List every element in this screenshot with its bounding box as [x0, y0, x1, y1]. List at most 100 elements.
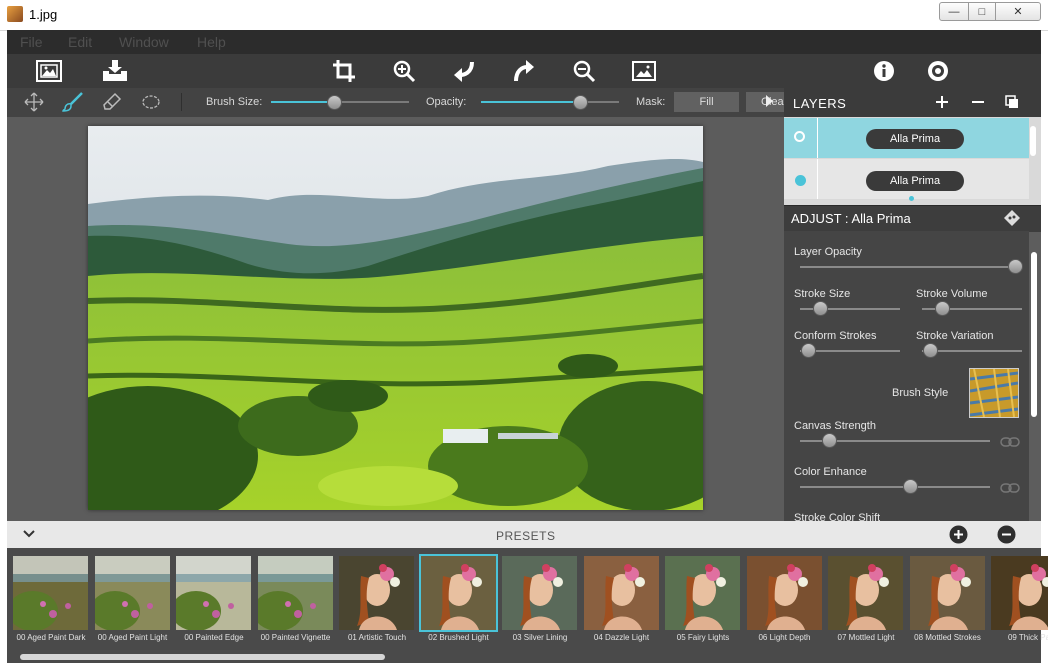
preset-thumbnail[interactable] [909, 556, 985, 630]
stroke-color-shift-label: Stroke Color Shift [794, 512, 881, 521]
app-icon [7, 6, 23, 22]
settings-icon[interactable] [923, 57, 953, 85]
crop-icon[interactable] [329, 57, 359, 85]
color-enhance-slider[interactable] [800, 486, 990, 488]
preset-label: 02 Brushed Light [428, 633, 489, 642]
brush-tool-icon[interactable] [61, 91, 85, 113]
save-download-icon[interactable] [100, 57, 130, 85]
zoom-in-icon[interactable] [389, 57, 419, 85]
duplicate-layer-icon[interactable] [1004, 94, 1020, 110]
fit-image-icon[interactable] [629, 57, 659, 85]
stroke-size-label: Stroke Size [794, 288, 851, 300]
preset-thumbnail[interactable] [746, 556, 822, 630]
mask-label: Mask: [636, 96, 666, 108]
toolbar-divider [181, 93, 182, 111]
menu-edit[interactable]: Edit [68, 34, 92, 50]
layer-visibility-icon[interactable] [794, 131, 805, 142]
menu-help[interactable]: Help [197, 34, 226, 50]
preset-label: 07 Mottled Light [837, 633, 895, 642]
painted-image[interactable] [88, 126, 703, 510]
preset-thumbnail-image [502, 556, 577, 630]
preset-label: 01 Artistic Touch [347, 633, 407, 642]
menu-window[interactable]: Window [119, 34, 169, 50]
remove-preset-icon[interactable] [997, 525, 1016, 544]
add-layer-icon[interactable] [934, 94, 950, 110]
preset-thumbnail[interactable] [583, 556, 659, 630]
move-tool-icon[interactable] [22, 91, 46, 113]
info-icon[interactable] [869, 57, 899, 85]
preset-thumbnail[interactable] [502, 556, 577, 630]
preset-thumbnail-image [583, 556, 659, 630]
preset-label: 06 Light Depth [758, 633, 811, 642]
preset-label: 00 Painted Edge [184, 633, 244, 642]
preset-thumbnail[interactable] [339, 556, 414, 630]
eraser-reset-icon[interactable] [1003, 209, 1021, 227]
brush-style-swatch[interactable] [969, 368, 1019, 418]
preset-thumbnail-image [94, 556, 170, 630]
preset-label: 08 Mottled Strokes [914, 633, 981, 642]
preset-thumbnail-image [13, 556, 88, 630]
preset-thumbnail[interactable] [665, 556, 740, 630]
preset-label: 05 Fairy Lights [676, 633, 730, 642]
eraser-tool-icon[interactable] [100, 91, 124, 113]
mask-fill-button[interactable]: Fill [674, 92, 739, 112]
preset-thumbnail-image [828, 556, 903, 630]
presets-title: PRESETS [496, 529, 556, 543]
link-icon[interactable] [1000, 482, 1020, 493]
preset-thumbnail[interactable] [176, 556, 251, 630]
preset-label: 03 Silver Lining [512, 633, 568, 642]
brush-style-label: Brush Style [892, 387, 949, 399]
layers-title: LAYERS [793, 96, 847, 111]
preset-thumbnail[interactable] [418, 554, 498, 632]
minimize-button[interactable]: — [939, 2, 969, 21]
layer-visibility-icon[interactable] [795, 175, 806, 186]
preset-thumbnail[interactable] [13, 556, 88, 630]
preset-thumbnail[interactable] [94, 556, 170, 630]
color-enhance-label: Color Enhance [794, 466, 867, 478]
layer-divider [817, 159, 818, 199]
layer-opacity-slider[interactable] [800, 266, 1015, 268]
add-preset-icon[interactable] [949, 525, 968, 544]
brush-size-label: Brush Size: [206, 96, 263, 108]
preset-thumbnail-image [665, 556, 740, 630]
preset-thumbnail[interactable] [991, 556, 1048, 630]
slider-knob[interactable] [923, 343, 938, 358]
presets-scrollbar[interactable] [20, 654, 385, 660]
zoom-out-icon[interactable] [569, 57, 599, 85]
slider-knob[interactable] [821, 433, 837, 448]
adjust-title: ADJUST : Alla Prima [791, 211, 911, 226]
stroke-variation-label: Stroke Variation [916, 330, 994, 342]
maximize-button[interactable]: □ [968, 2, 996, 21]
slider-knob[interactable] [801, 343, 816, 358]
opacity-label: Opacity: [426, 96, 467, 108]
preset-label: 00 Aged Paint Light [97, 633, 168, 642]
preset-thumbnail[interactable] [828, 556, 903, 630]
undo-icon[interactable] [449, 57, 479, 85]
adjust-scrollbar[interactable] [1031, 252, 1037, 417]
slider-knob[interactable] [813, 301, 828, 316]
chevron-down-icon[interactable] [22, 528, 36, 540]
close-button[interactable]: ✕ [995, 2, 1041, 21]
lasso-tool-icon[interactable] [139, 91, 163, 113]
stroke-volume-label: Stroke Volume [916, 288, 988, 300]
remove-layer-icon[interactable] [970, 94, 986, 110]
preset-thumbnail[interactable] [257, 556, 333, 630]
preset-thumbnail-image [339, 556, 414, 630]
title-bar [0, 0, 1048, 31]
open-image-icon[interactable] [34, 57, 64, 85]
opacity-fill [481, 101, 581, 103]
mask-clear-button[interactable]: Clea [746, 92, 784, 112]
link-icon[interactable] [1000, 436, 1020, 447]
preset-label: 00 Painted Vignette [260, 633, 331, 642]
preset-thumbnail-image [991, 556, 1048, 630]
slider-knob[interactable] [1008, 259, 1023, 274]
slider-knob[interactable] [935, 301, 950, 316]
collapse-arrow-icon[interactable] [766, 95, 773, 107]
menu-file[interactable]: File [20, 34, 43, 50]
preset-label: 04 Dazzle Light [593, 633, 650, 642]
canvas-strength-label: Canvas Strength [794, 420, 876, 432]
preset-thumbnail-image [257, 556, 333, 630]
drag-handle-dot [909, 196, 914, 201]
redo-icon[interactable] [509, 57, 539, 85]
layers-scrollbar[interactable] [1030, 126, 1036, 156]
